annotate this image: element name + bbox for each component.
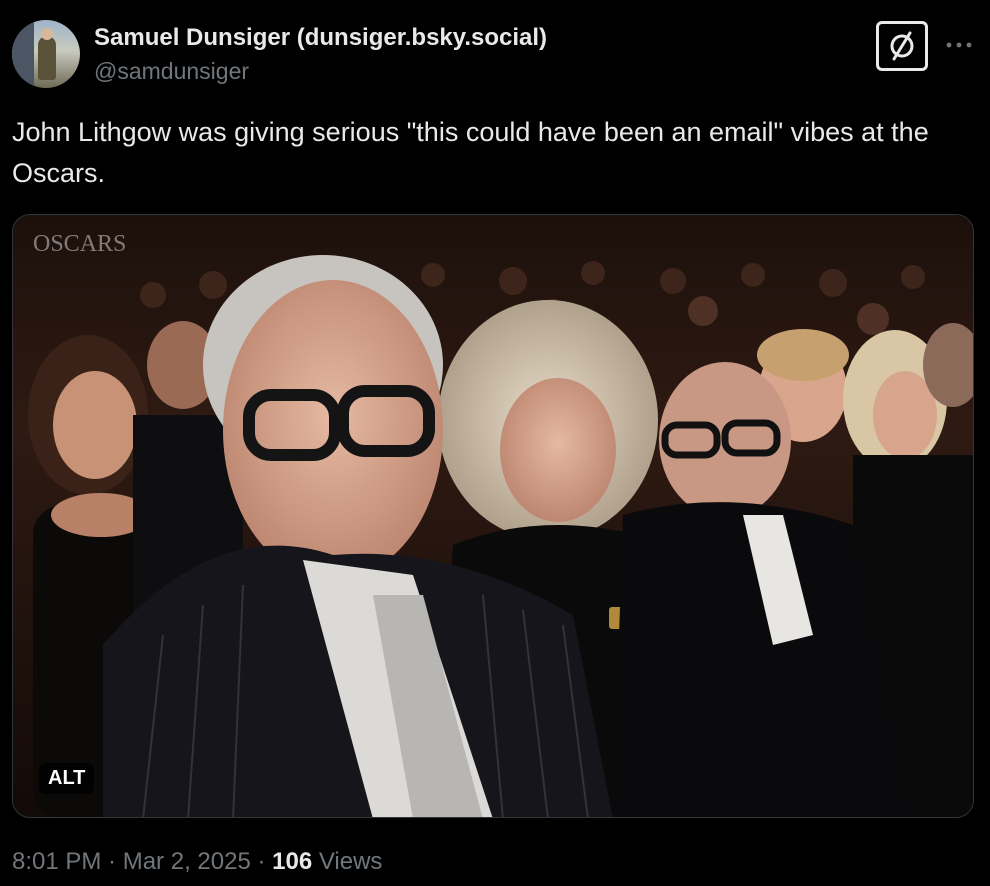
post-media-image[interactable]: OSCARS ALT [12,214,974,818]
meta-separator: · [101,848,123,875]
circle-slash-icon[interactable] [876,21,928,71]
author-handle[interactable]: @samdunsiger [94,58,249,85]
author-display-name[interactable]: Samuel Dunsiger (dunsiger.bsky.social) [94,24,547,52]
views-label: Views [312,848,383,875]
oscars-watermark: OSCARS [33,231,127,257]
views-count: 106 [272,848,313,875]
more-horizontal-icon[interactable] [944,30,974,60]
post-time[interactable]: 8:01 PM [12,848,101,875]
alt-badge[interactable]: ALT [39,763,95,794]
post-date[interactable]: Mar 2, 2025 [123,848,251,875]
avatar-head [41,28,53,40]
meta-separator: · [250,848,273,875]
post-meta: 8:01 PM · Mar 2, 2025 · 106 Views [12,848,382,876]
avatar[interactable] [12,20,80,88]
post-text: John Lithgow was giving serious "this co… [12,117,929,188]
avatar-background [12,20,34,88]
avatar-figure [38,36,56,80]
